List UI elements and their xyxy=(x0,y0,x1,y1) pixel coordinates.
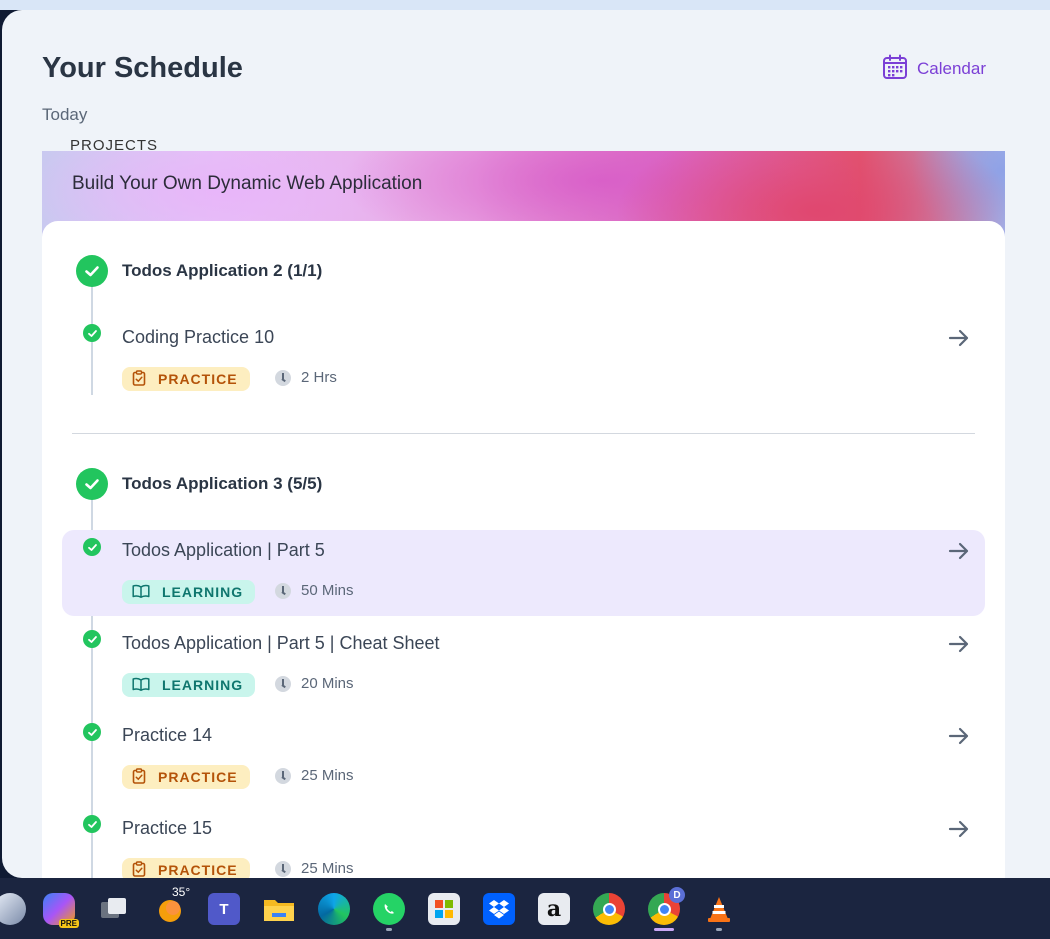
group-complete-check-icon xyxy=(76,255,108,287)
schedule-item[interactable]: Coding Practice 10 PRACTICE 2 Hrs xyxy=(62,317,985,403)
widgets-icon[interactable] xyxy=(0,893,26,925)
duration-text: 25 Mins xyxy=(301,767,354,784)
page-title: Your Schedule xyxy=(42,52,243,84)
tag-label: PRACTICE xyxy=(158,862,238,878)
vlc-icon[interactable] xyxy=(703,893,735,925)
calendar-label: Calendar xyxy=(917,59,986,78)
schedule-window: Your Schedule Today Calendar PROJECTS Bu… xyxy=(2,10,1050,878)
book-icon xyxy=(132,584,150,601)
practice-tag: PRACTICE xyxy=(122,765,250,789)
weather-temp: 35° xyxy=(170,885,193,899)
banner-category: PROJECTS xyxy=(70,137,159,154)
arrow-right-icon[interactable] xyxy=(947,632,971,661)
copilot-badge: PRE xyxy=(58,919,79,928)
arrow-right-icon[interactable] xyxy=(947,326,971,355)
learning-tag: LEARNING xyxy=(122,580,256,604)
schedule-card: Todos Application 2 (1/1) Coding Practic… xyxy=(42,221,1005,878)
duration-text: 50 Mins xyxy=(301,582,354,599)
schedule-item-active[interactable]: Todos Application | Part 5 LEARNING 50 M… xyxy=(62,530,985,616)
item-title: Todos Application | Part 5 | Cheat Sheet xyxy=(122,633,440,653)
clock-icon xyxy=(275,369,291,386)
book-icon xyxy=(132,677,150,694)
profile-badge: D xyxy=(669,887,685,903)
clipboard-icon xyxy=(132,369,146,389)
taskbar: PRE 35° T a D xyxy=(0,878,1050,939)
duration: 25 Mins xyxy=(275,767,354,784)
calendar-button[interactable]: Calendar xyxy=(882,54,986,84)
item-title: Coding Practice 10 xyxy=(122,327,275,347)
learning-tag: LEARNING xyxy=(122,673,256,697)
clipboard-icon xyxy=(132,860,146,879)
chrome-icon[interactable] xyxy=(593,893,625,925)
file-explorer-icon[interactable] xyxy=(263,893,295,925)
practice-tag: PRACTICE xyxy=(122,367,250,391)
tag-label: PRACTICE xyxy=(158,769,238,785)
arrow-right-icon[interactable] xyxy=(947,724,971,753)
banner-title: Build Your Own Dynamic Web Application xyxy=(72,173,423,194)
tag-label: LEARNING xyxy=(162,584,244,600)
duration-text: 2 Hrs xyxy=(301,369,337,386)
duration: 2 Hrs xyxy=(275,369,337,386)
item-title: Practice 15 xyxy=(122,818,213,838)
dropbox-icon[interactable] xyxy=(483,893,515,925)
duration-text: 25 Mins xyxy=(301,860,354,877)
group-title: Todos Application 3 (5/5) xyxy=(122,474,323,493)
teams-icon[interactable]: T xyxy=(208,893,240,925)
copilot-icon[interactable]: PRE xyxy=(43,893,79,928)
taskbar-active-indicator xyxy=(654,928,674,931)
microsoft-store-icon[interactable] xyxy=(428,893,460,925)
taskbar-running-indicator xyxy=(386,928,392,931)
duration: 50 Mins xyxy=(275,582,354,599)
item-title: Todos Application | Part 5 xyxy=(122,540,325,560)
clock-icon xyxy=(275,675,291,692)
task-view-icon[interactable] xyxy=(98,893,130,925)
taskbar-running-indicator xyxy=(716,928,722,931)
edge-icon[interactable] xyxy=(318,893,350,925)
schedule-item[interactable]: Practice 14 PRACTICE 25 Mins xyxy=(62,715,985,801)
browser-top-strip xyxy=(0,0,1050,10)
clipboard-icon xyxy=(132,767,146,787)
tag-label: LEARNING xyxy=(162,677,244,693)
schedule-item[interactable]: Todos Application | Part 5 | Cheat Sheet… xyxy=(62,623,985,709)
group-title: Todos Application 2 (1/1) xyxy=(122,261,323,280)
practice-tag: PRACTICE xyxy=(122,858,250,878)
calendar-icon xyxy=(882,54,908,85)
item-complete-check-icon xyxy=(83,538,101,556)
chrome-profile-icon[interactable]: D xyxy=(648,887,685,925)
group-complete-check-icon xyxy=(76,468,108,500)
duration: 25 Mins xyxy=(275,860,354,877)
page-subtitle: Today xyxy=(42,105,88,124)
group-divider xyxy=(72,433,975,434)
duration: 20 Mins xyxy=(275,675,354,692)
arrow-right-icon[interactable] xyxy=(947,539,971,568)
arrow-right-icon[interactable] xyxy=(947,817,971,846)
amazon-icon[interactable]: a xyxy=(538,893,570,925)
clock-icon xyxy=(275,767,291,784)
item-title: Practice 14 xyxy=(122,725,213,745)
clock-icon xyxy=(275,582,291,599)
tag-label: PRACTICE xyxy=(158,371,238,387)
whatsapp-icon[interactable] xyxy=(373,893,405,925)
weather-icon[interactable]: 35° xyxy=(154,885,193,925)
clock-icon xyxy=(275,860,291,877)
schedule-item[interactable]: Practice 15 PRACTICE 25 Mins xyxy=(62,808,985,878)
duration-text: 20 Mins xyxy=(301,675,354,692)
